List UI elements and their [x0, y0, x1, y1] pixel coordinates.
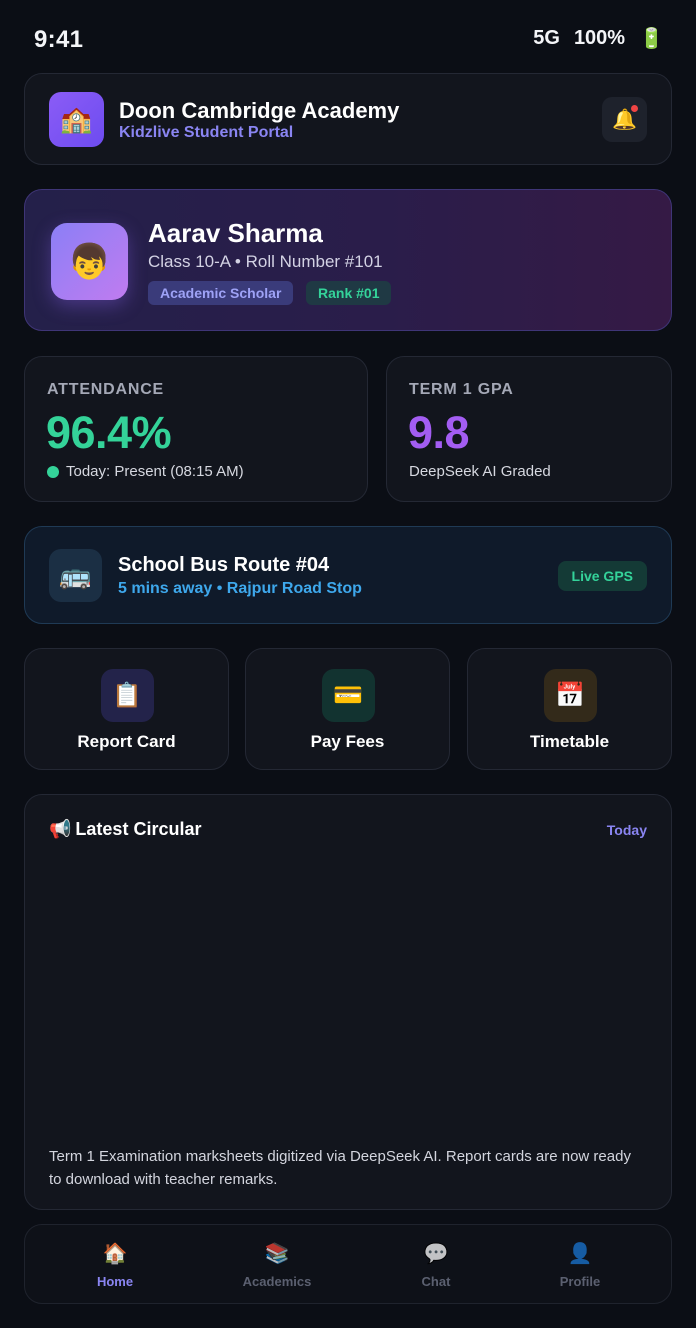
megaphone-icon: 📢 [49, 819, 72, 839]
pay-fees-label: Pay Fees [310, 732, 385, 751]
bottom-nav: 🏠 Home 📚 Academics 💬 Chat 👤 Profile [24, 1224, 672, 1304]
badge-rank: Rank #01 [306, 281, 392, 305]
notifications-button[interactable]: 🔔 [602, 97, 647, 142]
gpa-value: 9.8 [408, 407, 470, 458]
circular-title: Latest Circular [75, 819, 202, 839]
clipboard-icon: 📋 [112, 682, 142, 709]
gpa-label: TERM 1 GPA [409, 381, 514, 398]
circular-date: Today [606, 822, 647, 838]
bus-tracker-card[interactable]: 🚌 School Bus Route #04 5 mins away • Raj… [24, 526, 672, 624]
calendar-icon-box: 📅 [543, 669, 597, 722]
nav-home[interactable]: 🏠 Home [50, 1225, 180, 1305]
student-profile-card[interactable]: 👦 Aarav Sharma Class 10-A • Roll Number … [24, 189, 672, 331]
clipboard-icon-box: 📋 [100, 669, 154, 722]
bus-route-title: School Bus Route #04 [118, 554, 330, 576]
attendance-label: ATTENDANCE [47, 381, 165, 398]
profile-icon: 👤 [567, 1243, 593, 1265]
badge-academic-scholar: Academic Scholar [148, 281, 294, 305]
attendance-value: 96.4% [46, 407, 172, 458]
nav-profile-label: Profile [559, 1274, 601, 1289]
credit-card-icon-box: 💳 [321, 669, 375, 722]
present-dot-icon [47, 465, 59, 478]
home-icon: 🏠 [102, 1243, 128, 1265]
report-card-label: Report Card [77, 732, 176, 751]
gpa-card[interactable]: TERM 1 GPA 9.8 DeepSeek AI Graded [386, 356, 672, 502]
nav-chat-label: Chat [421, 1274, 451, 1289]
portal-name: Kidzlive Student Portal [119, 124, 294, 141]
live-gps-button[interactable]: Live GPS [557, 561, 647, 591]
nav-chat[interactable]: 💬 Chat [371, 1225, 501, 1305]
attendance-today: Today: Present (08:15 AM) [66, 463, 244, 480]
nav-home-label: Home [96, 1274, 134, 1289]
credit-card-icon: 💳 [333, 682, 363, 709]
attendance-card[interactable]: ATTENDANCE 96.4% Today: Present (08:15 A… [24, 356, 368, 502]
student-name: Aarav Sharma [148, 218, 323, 248]
network-indicator: 5G [533, 27, 560, 49]
battery-level: 100% [573, 27, 626, 49]
latest-circular-card[interactable]: 📢 Latest Circular Today Term 1 Examinati… [24, 794, 672, 1210]
student-class-info: Class 10-A • Roll Number #101 [148, 252, 383, 271]
app-header: 🏫 Doon Cambridge Academy Kidzlive Studen… [24, 73, 672, 165]
gpa-source: DeepSeek AI Graded [409, 463, 551, 480]
school-logo: 🏫 [49, 92, 104, 147]
chat-icon: 💬 [423, 1243, 449, 1265]
attendance-status: Today: Present (08:15 AM) [47, 463, 244, 480]
school-name: Doon Cambridge Academy [119, 98, 400, 123]
status-time: 9:41 [34, 26, 84, 53]
books-icon: 📚 [264, 1243, 290, 1265]
notification-dot [631, 105, 638, 112]
avatar: 👦 [51, 223, 128, 300]
bus-icon: 🚌 [59, 560, 92, 590]
bus-eta: 5 mins away • Rajpur Road Stop [118, 580, 362, 597]
timetable-button[interactable]: 📅 Timetable [467, 648, 672, 770]
bus-icon-box: 🚌 [49, 549, 102, 602]
nav-academics-label: Academics [242, 1274, 312, 1289]
circular-heading: 📢 Latest Circular [49, 819, 201, 840]
battery-icon: 🔋 [639, 28, 664, 50]
circular-body: Term 1 Examination marksheets digitized … [49, 1148, 631, 1188]
student-avatar-icon: 👦 [68, 242, 111, 281]
timetable-label: Timetable [529, 732, 610, 751]
status-indicators: 5G 100% 🔋 [533, 26, 664, 51]
calendar-icon: 📅 [555, 682, 585, 709]
gpa-source-text: DeepSeek AI Graded [409, 463, 551, 480]
nav-profile[interactable]: 👤 Profile [515, 1225, 645, 1305]
status-bar: 9:41 5G 100% 🔋 [0, 0, 696, 74]
report-card-button[interactable]: 📋 Report Card [24, 648, 229, 770]
nav-academics[interactable]: 📚 Academics [212, 1225, 342, 1305]
school-icon: 🏫 [60, 104, 93, 134]
pay-fees-button[interactable]: 💳 Pay Fees [245, 648, 450, 770]
